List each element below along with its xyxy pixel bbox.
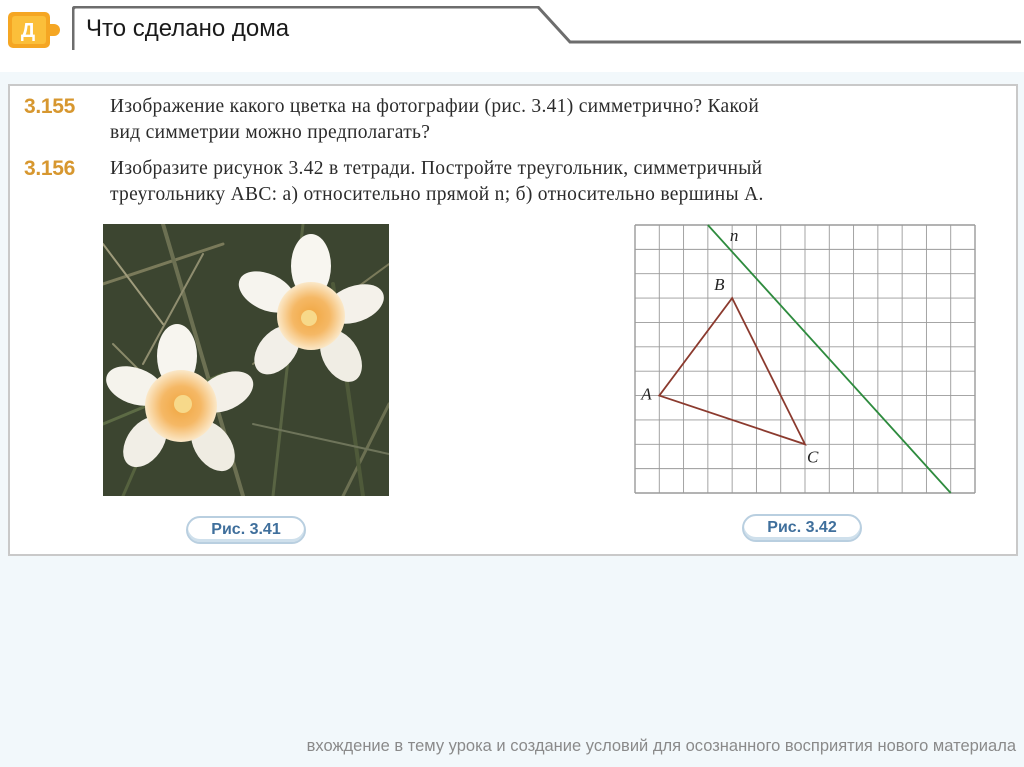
problem-number: 3.156: [24, 157, 76, 180]
vertex-labels: A B C: [640, 275, 819, 466]
problem-line: вид симметрии можно предполагать?: [110, 122, 431, 143]
problem-line: Изображение какого цветка на фотографии …: [110, 96, 760, 117]
homework-badge-icon: Д: [8, 12, 60, 48]
vertex-label-c: C: [807, 447, 819, 466]
problem-text: Изображение какого цветка на фотографии …: [110, 94, 1012, 146]
page-title: Что сделано дома: [86, 15, 290, 42]
figure-caption-3-42: Рис. 3.42: [742, 514, 862, 542]
textbook-panel: 3.155 Изображение какого цветка на фотог…: [8, 84, 1018, 556]
vertex-label-a: A: [640, 385, 652, 404]
problem-text: Изобразите рисунок 3.42 в тетради. Постр…: [110, 156, 1012, 208]
problem-number: 3.155: [24, 95, 76, 118]
grid-figure: n A B C: [634, 224, 976, 494]
problem-line: треугольнику ABC: а) относительно прямой…: [110, 184, 764, 205]
figure-caption-3-41: Рис. 3.41: [186, 516, 306, 544]
problem-line: Изобразите рисунок 3.42 в тетради. Постр…: [110, 158, 763, 179]
footer-text: вхождение в тему урока и создание услови…: [306, 737, 1016, 755]
badge-letter: Д: [21, 20, 35, 42]
line-n-label: n: [730, 226, 739, 245]
crocus-flowers-photo: [103, 224, 389, 496]
vertex-label-b: B: [714, 275, 725, 294]
